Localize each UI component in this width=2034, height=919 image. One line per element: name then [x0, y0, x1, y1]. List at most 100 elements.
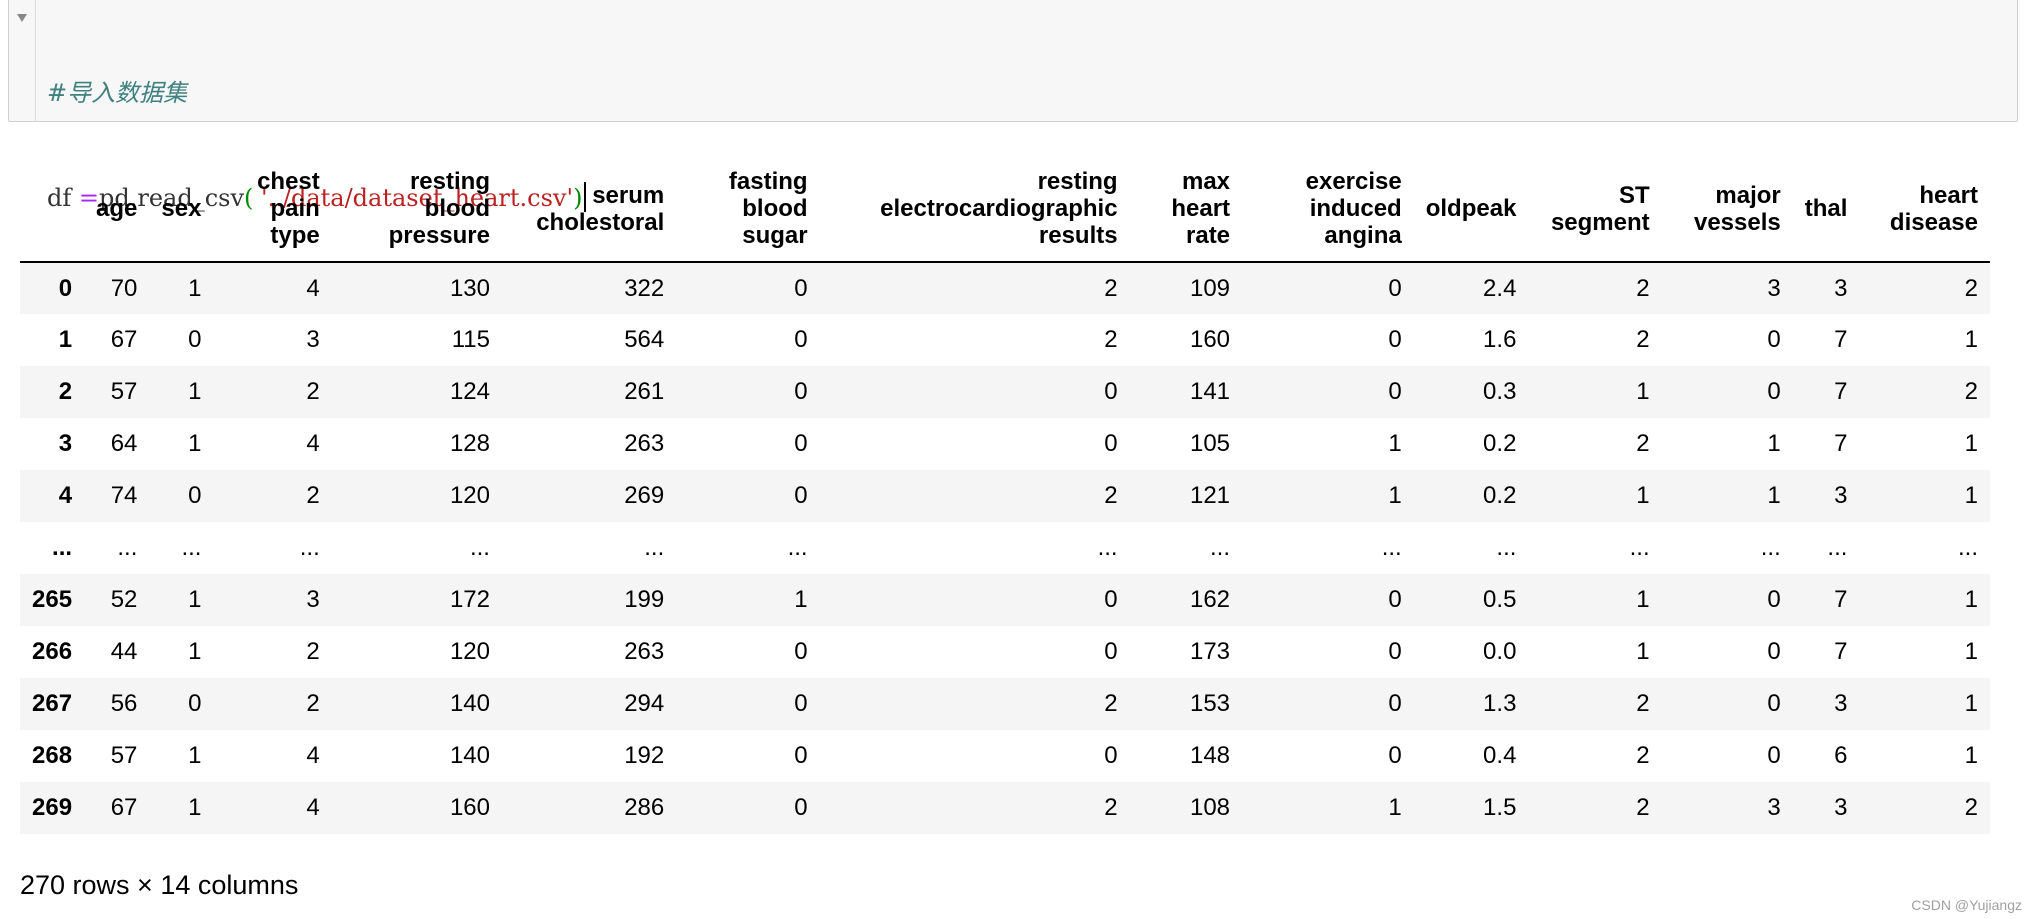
table-cell: 2: [306, 482, 320, 509]
column-header: thal: [1792, 158, 1860, 263]
table-cell: ...: [469, 534, 490, 561]
table-cell: 2: [1636, 690, 1650, 717]
table-cell: ...: [1097, 534, 1118, 561]
code-comment: #导入数据集: [47, 79, 188, 107]
table-cell: 4: [306, 274, 320, 302]
dataframe-shape-summary: 270 rows × 14 columns: [20, 870, 299, 900]
table-cell: 1: [188, 638, 202, 665]
table-cell: 0: [1388, 274, 1402, 302]
dataframe-body: 0 70 1 4 130 322 0 2 109 0 2.4 2 3 3 2 1 67 0 3 115 564 0 2 160…: [20, 262, 1990, 834]
table-cell: 0: [794, 326, 808, 353]
table-cell: 1: [1964, 430, 1978, 457]
table-cell: 0: [1104, 742, 1118, 769]
table-cell: 261: [624, 378, 665, 405]
table-cell: ...: [117, 534, 138, 561]
table-cell: 263: [624, 430, 665, 457]
table-cell: 0: [1388, 326, 1402, 353]
table-cell: 128: [449, 430, 490, 457]
table-cell: 3: [306, 326, 320, 353]
table-cell: 1: [188, 430, 202, 457]
table-cell: 1: [1636, 378, 1650, 405]
table-cell: 7: [1834, 586, 1848, 613]
table-cell: 7: [1834, 378, 1848, 405]
table-cell: 0: [1388, 378, 1402, 405]
table-cell: 0: [188, 690, 202, 717]
table-cell: ...: [644, 534, 665, 561]
table-cell: 74: [110, 482, 138, 509]
table-cell: 120: [449, 638, 490, 665]
table-cell: 192: [624, 742, 665, 769]
collapse-gutter[interactable]: [9, 0, 36, 121]
table-cell: 160: [1189, 326, 1231, 353]
column-header: max heart rate: [1129, 158, 1243, 263]
table-cell: 2: [306, 690, 320, 717]
table-cell: ...: [181, 534, 202, 561]
table-cell: 0.4: [1483, 742, 1517, 769]
code-input-cell[interactable]: #导入数据集 df =pd.read_csv( '../data/dataset…: [8, 0, 2018, 317]
table-cell: 1: [188, 794, 202, 821]
table-cell: 0: [794, 378, 808, 405]
table-cell: 3: [1834, 794, 1848, 821]
table-cell: 7: [1834, 430, 1848, 457]
table-cell: 1.6: [1483, 326, 1517, 353]
table-cell: 6: [1834, 742, 1848, 769]
row-index: 1: [58, 326, 73, 353]
table-cell: 109: [1189, 274, 1231, 302]
table-cell: 120: [449, 482, 490, 509]
column-header: ST segment: [1528, 158, 1662, 263]
table-cell: 0: [1767, 638, 1781, 665]
collapse-triangle-icon[interactable]: [17, 14, 27, 22]
table-cell: 1: [1636, 586, 1650, 613]
table-cell: 322: [624, 274, 665, 302]
table-cell: 105: [1189, 430, 1231, 457]
table-cell: 3: [1834, 482, 1848, 509]
table-cell: 2: [306, 638, 320, 665]
table-cell: 0.0: [1483, 638, 1517, 665]
table-cell: 57: [110, 742, 138, 769]
table-cell: 4: [306, 430, 320, 457]
table-cell: 0: [1104, 378, 1118, 405]
column-header: oldpeak: [1413, 158, 1529, 263]
table-cell: 2.4: [1483, 274, 1517, 302]
row-index: 3: [58, 430, 73, 457]
table-cell: ...: [1827, 534, 1848, 561]
table-cell: ...: [1957, 534, 1978, 561]
table-cell: 564: [624, 326, 665, 353]
index-header: [20, 158, 85, 263]
table-cell: 0: [1388, 742, 1402, 769]
table-cell: 0: [794, 742, 808, 769]
column-header: chest pain type: [213, 158, 332, 263]
table-cell: 1.5: [1483, 794, 1517, 821]
table-cell: 1: [1964, 586, 1978, 613]
table-cell: 2: [306, 378, 320, 405]
table-cell: 2: [1104, 690, 1118, 717]
row-index: 265: [32, 586, 73, 613]
table-cell: 115: [451, 326, 490, 353]
table-cell: 3: [306, 586, 320, 613]
table-cell: 153: [1189, 690, 1231, 717]
table-cell: 7: [1834, 638, 1848, 665]
table-cell: 2: [1636, 326, 1650, 353]
table-cell: ...: [1496, 534, 1517, 561]
table-cell: 263: [624, 638, 665, 665]
table-cell: 7: [1834, 326, 1848, 353]
table-cell: 1: [1964, 638, 1978, 665]
column-header: fasting blood sugar: [676, 158, 820, 263]
table-cell: 0.2: [1483, 482, 1517, 509]
column-header: sex: [149, 158, 214, 263]
table-cell: 173: [1189, 638, 1231, 665]
table-row: 267 56 0 2 140 294 0 2 153 0 1.3 2 0 3 1: [20, 678, 1990, 730]
table-cell: 1: [1767, 430, 1781, 457]
table-cell: 0: [1767, 690, 1781, 717]
column-header: resting blood pressure: [331, 158, 502, 263]
table-cell: 1: [1964, 690, 1978, 717]
column-header: age: [84, 158, 150, 263]
table-row: 0 70 1 4 130 322 0 2 109 0 2.4 2 3 3 2: [20, 262, 1990, 314]
table-cell: 148: [1189, 742, 1231, 769]
table-row: 3 64 1 4 128 263 0 0 105 1 0.2 2 1 7 1: [20, 418, 1990, 470]
table-cell: 3: [1834, 690, 1848, 717]
table-cell: 67: [110, 794, 138, 821]
table-row: 4 74 0 2 120 269 0 2 121 1 0.2 1 1 3 1: [20, 470, 1990, 522]
table-cell: 108: [1189, 794, 1231, 821]
table-cell: 64: [110, 430, 138, 457]
